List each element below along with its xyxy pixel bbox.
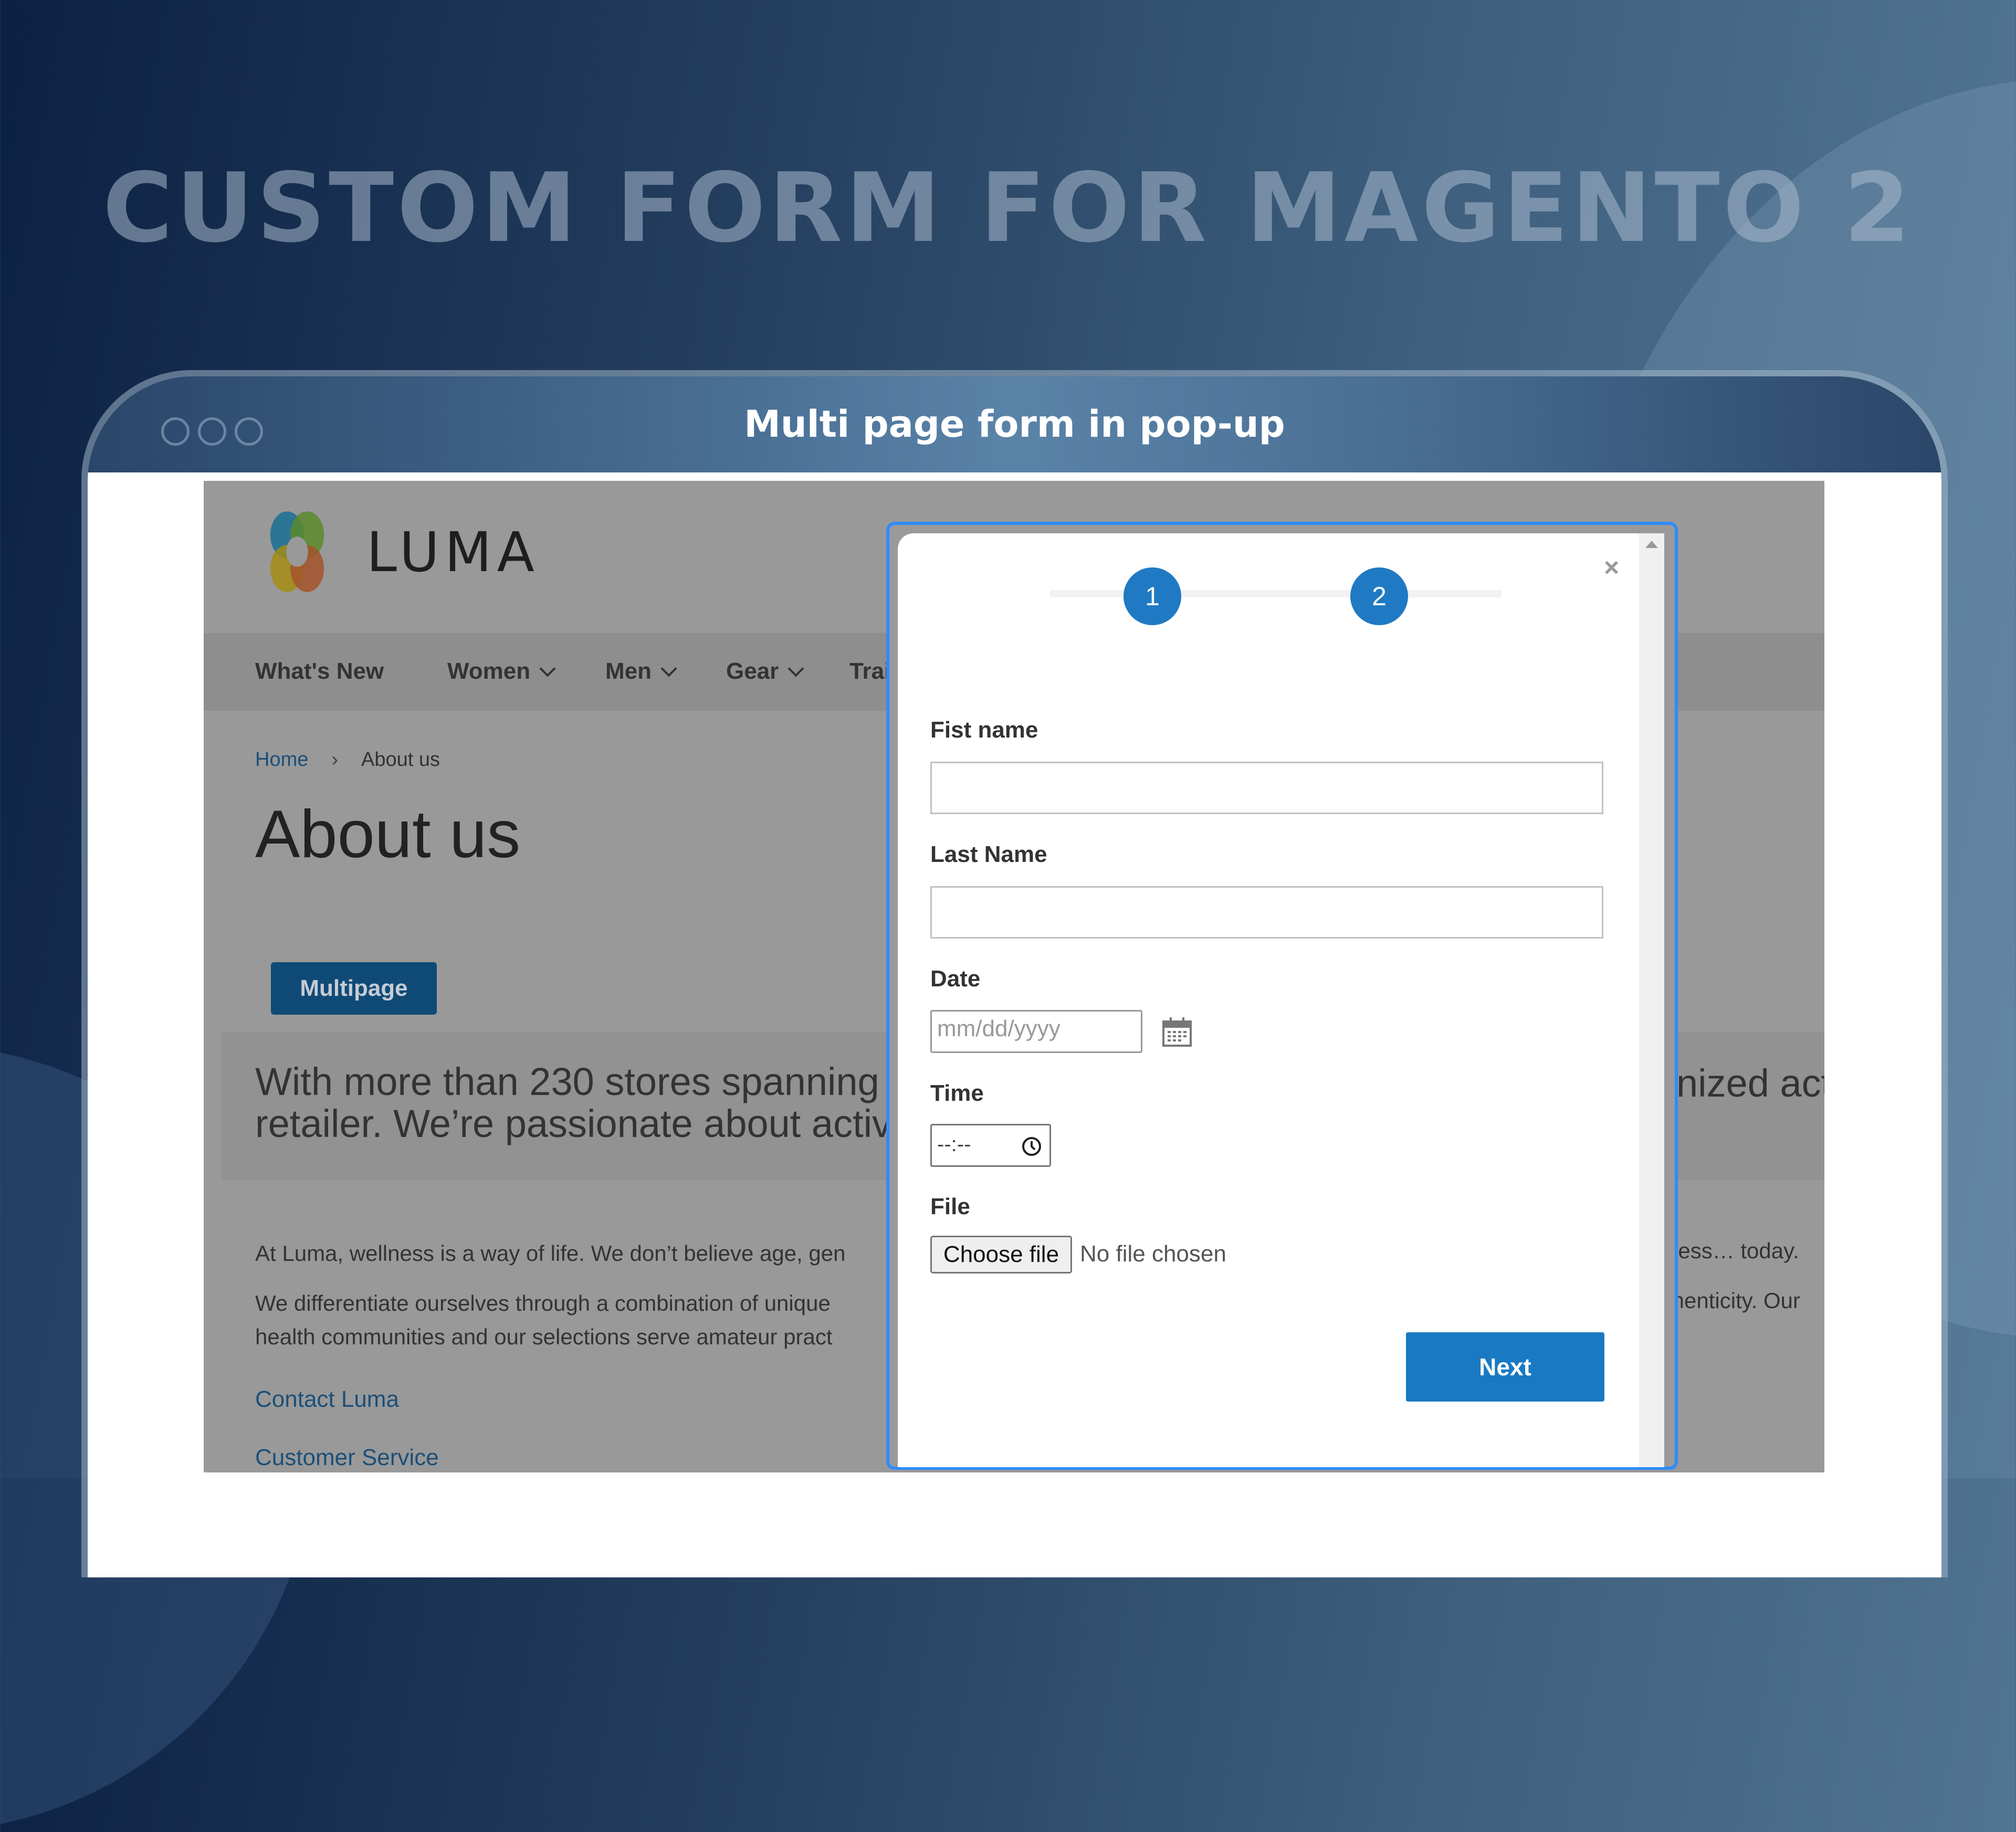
chevron-down-icon <box>539 660 556 677</box>
multipage-form-popup: × 1 2 Fist name Last Name Date mm/dd/yyy… <box>898 533 1664 1467</box>
scrollbar[interactable] <box>1639 533 1664 1467</box>
first-name-input[interactable] <box>930 762 1603 814</box>
chevron-down-icon <box>788 660 804 677</box>
nav-label: Women <box>447 658 531 684</box>
close-icon[interactable]: × <box>1604 554 1619 581</box>
calendar-icon[interactable] <box>1160 1015 1194 1049</box>
paragraph-line: We differentiate ourselves through a com… <box>255 1291 831 1315</box>
multipage-button[interactable]: Multipage <box>271 962 437 1015</box>
step-progress-line <box>1050 590 1502 597</box>
nav-item-training[interactable]: Trai <box>849 658 890 685</box>
breadcrumb-current: About us <box>361 749 440 771</box>
banner-text-right: nized activ <box>1676 1061 1824 1105</box>
clock-icon[interactable] <box>1021 1136 1042 1157</box>
last-name-input[interactable] <box>930 886 1603 939</box>
chevron-down-icon <box>660 660 677 677</box>
body-paragraph: We differentiate ourselves through a com… <box>255 1287 833 1354</box>
nav-item-whats-new[interactable]: What's New <box>255 658 384 685</box>
customer-service-link[interactable]: Customer Service <box>255 1445 439 1471</box>
step-indicator-1[interactable]: 1 <box>1124 567 1181 625</box>
nav-item-men[interactable]: Men <box>605 658 677 685</box>
time-input[interactable]: --:-- <box>930 1124 1051 1167</box>
step-indicator-2[interactable]: 2 <box>1350 567 1408 625</box>
luma-logo-icon <box>270 511 324 592</box>
scroll-up-icon[interactable] <box>1645 541 1658 548</box>
date-label: Date <box>930 966 981 992</box>
body-paragraph-right: ness… today. <box>1666 1238 1799 1263</box>
first-name-label: Fist name <box>930 717 1038 743</box>
paragraph-line: health communities and our selections se… <box>255 1324 833 1349</box>
banner-line: retailer. We’re passionate about active <box>255 1102 914 1145</box>
time-placeholder: --:-- <box>937 1133 971 1156</box>
nav-label: Men <box>605 658 652 684</box>
nav-item-gear[interactable]: Gear <box>726 658 804 685</box>
page-title: About us <box>255 797 521 872</box>
nav-item-women[interactable]: Women <box>447 658 556 685</box>
breadcrumb-home-link[interactable]: Home <box>255 749 308 771</box>
breadcrumb: Home › About us <box>255 749 440 771</box>
last-name-label: Last Name <box>930 841 1047 867</box>
date-input[interactable]: mm/dd/yyyy <box>930 1010 1142 1053</box>
body-paragraph: At Luma, wellness is a way of life. We d… <box>255 1241 846 1266</box>
hero-title: CUSTOM FORM FOR MAGENTO 2 <box>102 152 1914 264</box>
choose-file-button[interactable]: Choose file <box>930 1236 1072 1273</box>
file-label: File <box>930 1194 970 1219</box>
nav-label: What's New <box>255 658 384 684</box>
nav-label: Gear <box>726 658 779 684</box>
banner-text: With more than 230 stores spanning 43 re… <box>255 1061 933 1145</box>
breadcrumb-separator-icon: › <box>331 749 339 771</box>
luma-logo-text: LUMA <box>366 520 540 584</box>
banner-line: With more than 230 stores spanning 43 <box>255 1060 933 1103</box>
nav-label: Trai <box>849 658 891 684</box>
time-label: Time <box>930 1080 984 1106</box>
body-paragraph-right: thenticity. Our <box>1666 1288 1800 1313</box>
next-button[interactable]: Next <box>1406 1332 1604 1402</box>
file-status: No file chosen <box>1080 1241 1226 1267</box>
browser-title: Multi page form in pop-up <box>744 403 1285 446</box>
contact-luma-link[interactable]: Contact Luma <box>255 1386 399 1413</box>
